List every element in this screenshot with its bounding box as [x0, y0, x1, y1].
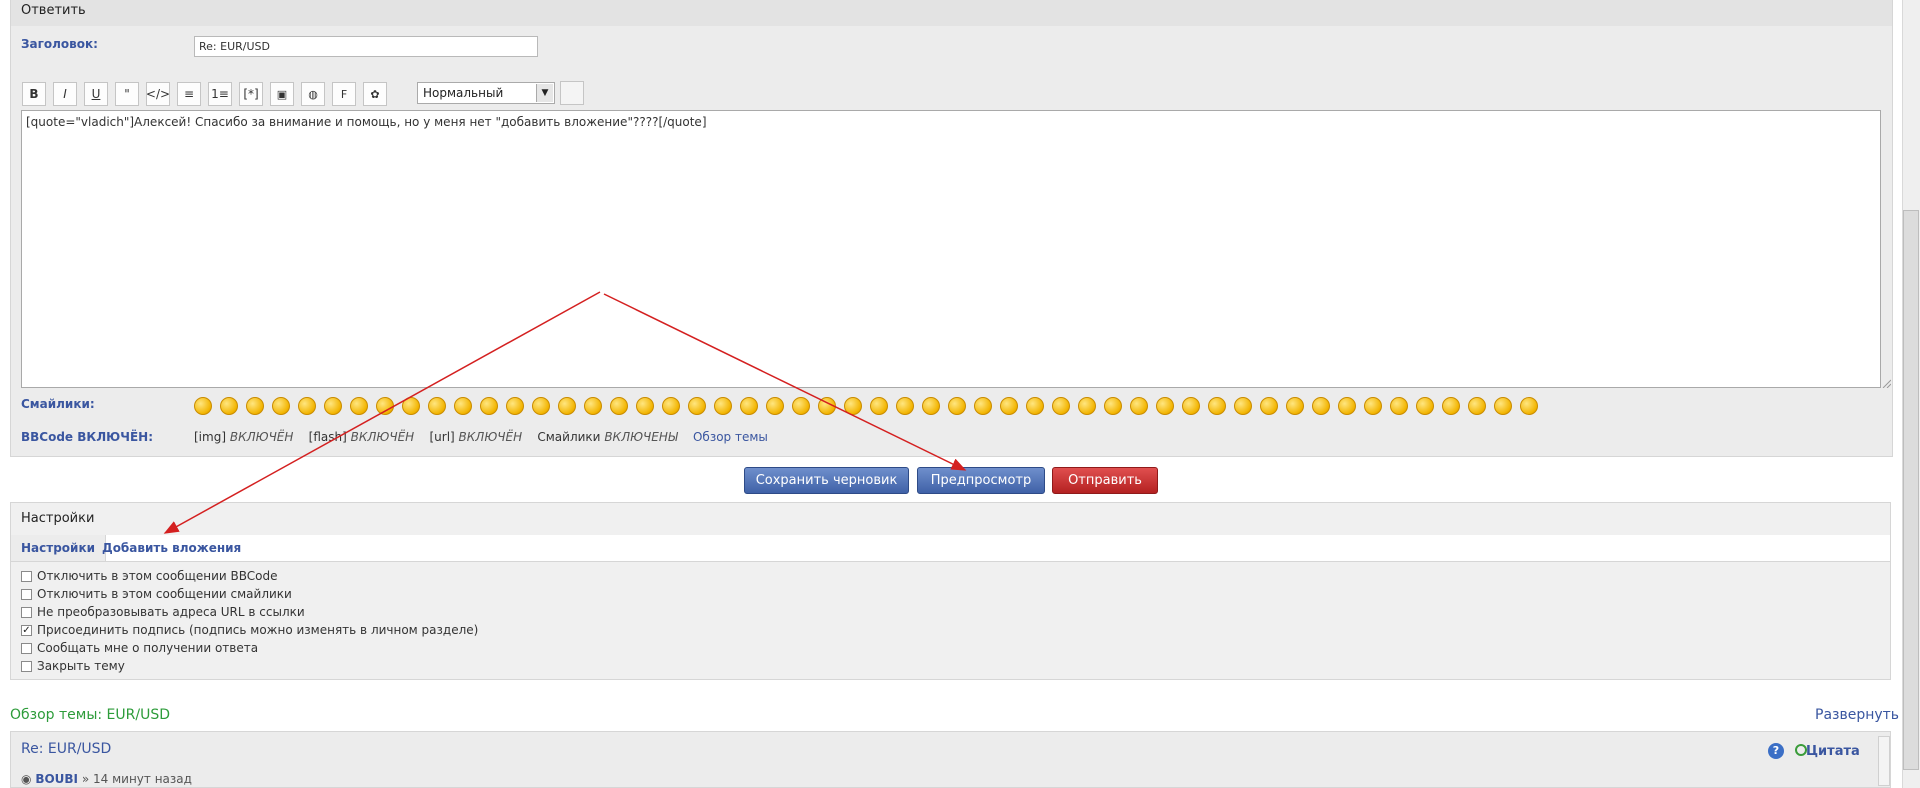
- arrow-to-preview: [603, 293, 967, 471]
- annotation-arrows: [163, 291, 967, 534]
- arrow-to-attachments: [163, 291, 601, 534]
